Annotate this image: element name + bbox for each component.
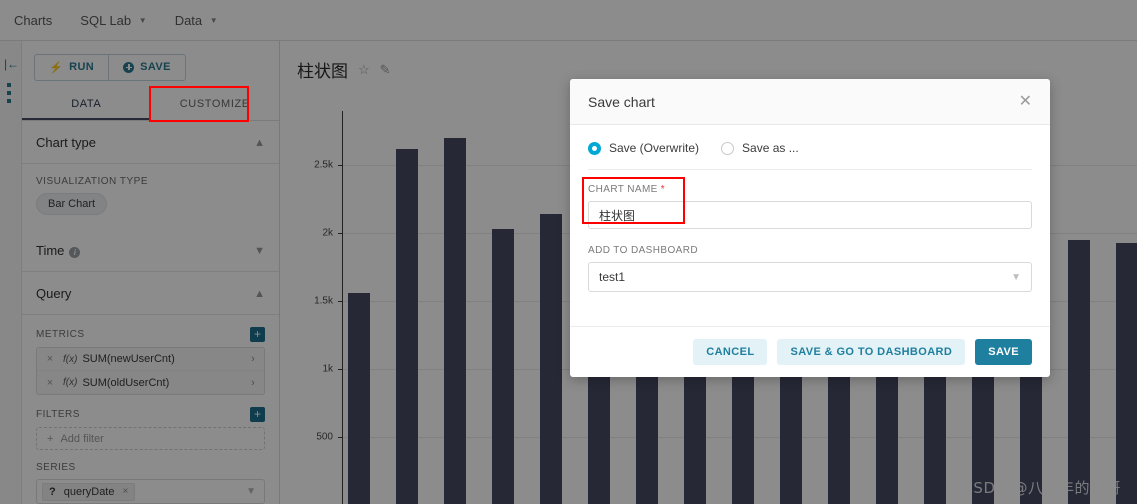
chart-name-field-group: CHART NAME * — [582, 177, 1032, 229]
chart-name-label: CHART NAME * — [588, 184, 666, 195]
close-icon[interactable]: ✕ — [1019, 94, 1032, 110]
modal-body: Save (Overwrite) Save as ... CHART NAME *… — [570, 125, 1050, 326]
radio-save-overwrite[interactable]: Save (Overwrite) — [588, 141, 699, 155]
modal-header: Save chart ✕ — [570, 79, 1050, 125]
dashboard-selected-value: test1 — [599, 270, 626, 284]
modal-footer: CANCEL SAVE & GO TO DASHBOARD SAVE — [570, 326, 1050, 377]
radio-save-as-label: Save as ... — [742, 141, 799, 155]
superset-explore-page: Charts SQL Lab ▼ Data ▼ |← ⚡ RUN SAVE DA… — [0, 0, 1137, 504]
chart-name-input[interactable] — [588, 201, 1032, 229]
radio-unselected-icon — [721, 141, 735, 155]
dashboard-select[interactable]: test1 ▼ — [588, 262, 1032, 292]
radio-save-overwrite-label: Save (Overwrite) — [609, 141, 700, 155]
save-mode-radio-group: Save (Overwrite) Save as ... — [588, 141, 1032, 170]
dashboard-field-group: ADD TO DASHBOARD test1 ▼ — [588, 245, 1032, 292]
radio-selected-icon — [588, 141, 601, 155]
chevron-down-icon: ▼ — [1011, 271, 1021, 283]
dashboard-label: ADD TO DASHBOARD — [588, 245, 698, 256]
radio-save-as[interactable]: Save as ... — [721, 141, 799, 155]
save-chart-modal: Save chart ✕ Save (Overwrite) Save as ..… — [570, 79, 1050, 377]
required-asterisk: * — [660, 184, 666, 195]
modal-title: Save chart — [588, 94, 655, 110]
modal-save-button[interactable]: SAVE — [975, 339, 1032, 365]
cancel-button[interactable]: CANCEL — [693, 339, 768, 365]
save-and-go-to-dashboard-button[interactable]: SAVE & GO TO DASHBOARD — [777, 339, 966, 365]
